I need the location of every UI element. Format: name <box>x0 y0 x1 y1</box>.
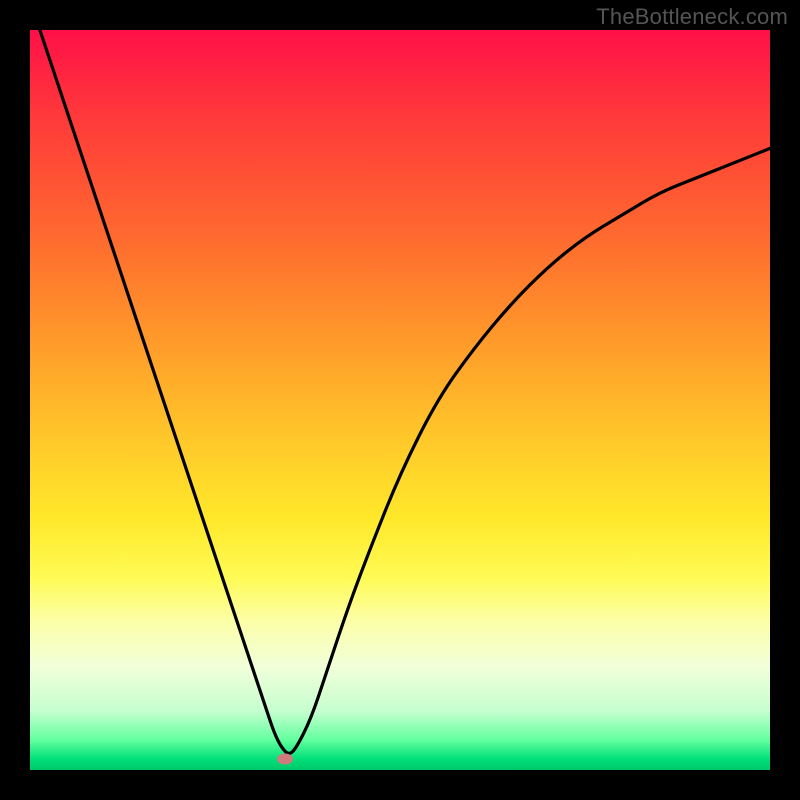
chart-plot-area <box>30 30 770 770</box>
bottleneck-curve-svg <box>30 30 770 770</box>
bottleneck-curve-path <box>30 30 770 753</box>
optimal-point-marker <box>277 753 293 764</box>
watermark-text: TheBottleneck.com <box>596 4 788 30</box>
